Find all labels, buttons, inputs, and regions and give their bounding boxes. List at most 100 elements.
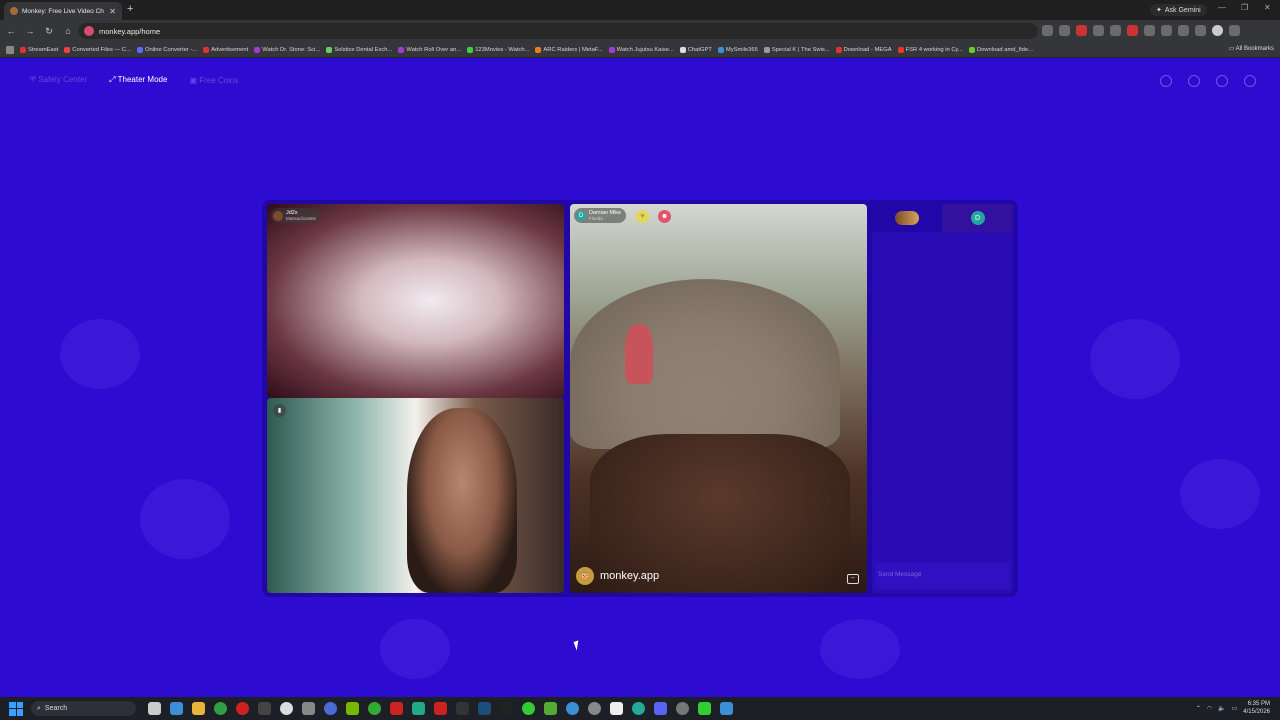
app-icon[interactable] [456,702,469,715]
clock-icon[interactable] [280,702,293,715]
profile-avatar[interactable] [1212,25,1223,36]
bookmark-item[interactable]: Watch Dr. Stone: Sci... [254,46,321,53]
app-icon[interactable] [566,702,579,715]
bookmark-item[interactable]: MySmile365 [717,46,758,53]
bookmark-item[interactable]: Download - MEGA [835,46,892,53]
bookmark-item[interactable]: Download amd_fide... [968,46,1033,53]
address-bar[interactable]: monkey.app/home [78,23,1038,39]
app-icon[interactable] [632,702,645,715]
sidebar-icon[interactable] [1195,25,1206,36]
puzzle-icon[interactable] [1144,25,1155,36]
install-app-icon[interactable] [1042,25,1053,36]
bookmark-item[interactable]: Solstice Dental Exch... [326,46,392,53]
volume-icon[interactable]: 🔈 [1218,705,1225,712]
app-icon[interactable] [390,702,403,715]
chat-tab-partner[interactable] [872,204,942,232]
back-icon[interactable]: ← [3,26,19,36]
camera-icon[interactable]: ▮ [273,404,286,417]
chrome-icon[interactable] [214,702,227,715]
extension-icon[interactable] [1093,25,1104,36]
window-close-icon[interactable]: ✕ [1264,3,1271,12]
background-blob [380,619,450,679]
app-icon[interactable] [698,702,711,715]
extension-icon[interactable] [1127,25,1138,36]
split-view-icon[interactable] [1161,25,1172,36]
bookmark-item[interactable]: Online Converter -... [136,46,197,53]
bookmark-star-icon[interactable] [1059,25,1070,36]
clock[interactable]: 6:35 PM 4/15/2026 [1243,700,1270,716]
nvidia-icon[interactable] [346,702,359,715]
chat-tab-damian[interactable]: D [942,204,1013,232]
monkey-watermark: 🐵 monkey.app [576,567,659,585]
windows-taskbar: ⌕ Search [0,697,1280,720]
bookmark-item[interactable]: 123Movies - Watch... [467,46,529,53]
capcut-icon[interactable] [610,702,623,715]
free-coins-link[interactable]: ▣ Free Coins [189,76,238,85]
download-icon[interactable] [1178,25,1189,36]
bookmark-item[interactable]: Converted Files — C... [64,46,131,53]
youtube-icon[interactable] [434,702,447,715]
bookmark-item[interactable]: Watch Roll Over an... [398,46,461,53]
maximize-icon[interactable]: ❐ [1241,3,1248,12]
file-explorer-icon[interactable] [192,702,205,715]
top-right-icons [1160,75,1256,87]
app-icon[interactable] [500,702,513,715]
history-icon[interactable] [1188,75,1200,87]
menu-icon[interactable] [1229,25,1240,36]
copilot-icon[interactable] [170,702,183,715]
bookmark-item[interactable]: Special K | The Swis... [763,46,830,53]
steam-icon[interactable] [478,702,491,715]
all-bookmarks-button[interactable]: ▭ All Bookmarks [1229,45,1274,52]
app-icon[interactable] [324,702,337,715]
notepad-icon[interactable] [302,702,315,715]
messages-icon[interactable] [1216,75,1228,87]
profile-icon[interactable] [1160,75,1172,87]
forward-icon[interactable]: → [22,26,38,36]
opera-icon[interactable] [236,702,249,715]
settings-icon[interactable] [1244,75,1256,87]
minimize-icon[interactable]: — [1218,3,1226,12]
app-icon[interactable] [676,702,689,715]
new-tab-icon[interactable]: + [127,3,133,15]
background-blob [1180,459,1260,529]
theater-mode-button[interactable]: ⤢ Theater Mode [109,75,167,85]
taskbar-search[interactable]: ⌕ Search [31,701,136,716]
bookmark-item[interactable]: Advertisement [203,46,248,53]
ask-gemini-button[interactable]: ✦ Ask Gemini [1150,4,1207,16]
settings-icon[interactable] [588,702,601,715]
site-info-icon[interactable] [84,26,94,36]
minecraft-icon[interactable] [544,702,557,715]
add-friend-icon[interactable]: ☻ [658,210,671,223]
bookmark-item[interactable]: Watch Jujutsu Kaise... [608,46,674,53]
tab-close-icon[interactable]: ✕ [109,7,116,16]
extension-icon[interactable] [1110,25,1121,36]
bookmark-label: Watch Dr. Stone: Sci... [262,46,321,53]
terminal-icon[interactable] [258,702,271,715]
fullscreen-icon[interactable]: ⇔ [847,574,859,584]
bookmark-item[interactable]: ARC Raiders | MetaF... [535,46,603,53]
task-view-icon[interactable] [148,702,161,715]
send-message-input[interactable]: Send Message [875,563,1010,589]
user-chip[interactable]: D Damian Mike Florida [574,208,627,223]
search-icon: ⌕ [37,704,41,712]
reload-icon[interactable]: ↻ [41,26,57,37]
user-chip[interactable]: Jd2x Massachusetts [271,208,322,223]
battery-icon[interactable]: ▭ [1232,705,1238,712]
discord-icon[interactable] [654,702,667,715]
photos-icon[interactable] [720,702,733,715]
bookmark-item[interactable]: ChatGPT [679,46,712,53]
chevron-up-icon[interactable]: ⌃ [1196,705,1201,712]
windows-start-icon[interactable] [9,701,23,716]
safety-center-link[interactable]: ⛨ Safety Center [30,75,87,85]
app-icon[interactable] [522,702,535,715]
xbox-icon[interactable] [368,702,381,715]
apps-grid-icon[interactable] [6,45,14,54]
play-icon[interactable] [412,702,425,715]
browser-tab[interactable]: Monkey: Free Live Video Ch ✕ [4,2,122,20]
wifi-icon[interactable]: ◠ [1207,705,1212,712]
extension-icon[interactable] [1076,25,1087,36]
home-icon[interactable]: ⌂ [60,26,76,36]
bookmark-favicon-icon [254,46,261,53]
bookmark-item[interactable]: FSR 4 working in Cy... [897,46,963,53]
bookmark-item[interactable]: StreamEast [20,46,58,53]
